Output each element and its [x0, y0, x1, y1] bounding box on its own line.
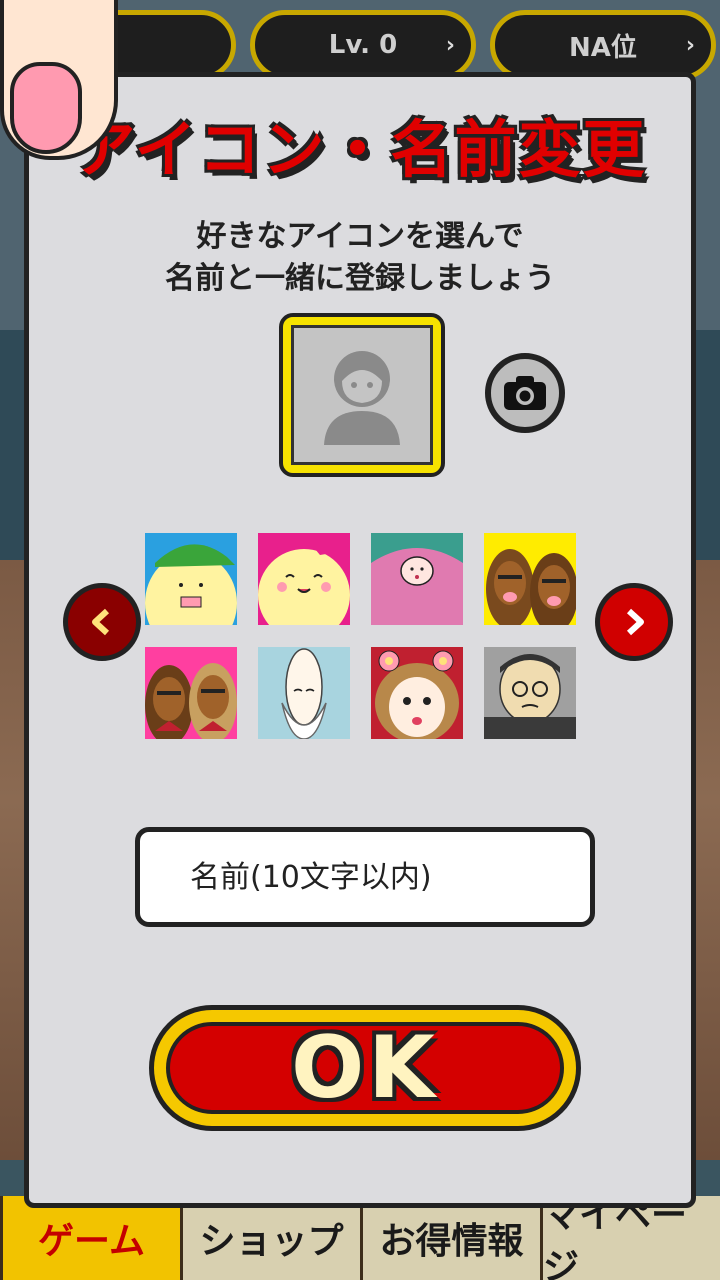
chevron-right-icon: › [685, 33, 695, 58]
name-input[interactable] [135, 827, 595, 927]
girl-bow-icon [258, 533, 350, 625]
camera-icon [504, 376, 546, 410]
tab-game[interactable]: ゲーム [0, 1196, 180, 1280]
avatar-placeholder [291, 325, 433, 465]
tab-deals[interactable]: お得情報 [360, 1196, 540, 1280]
level-pill[interactable]: Lv. 0 › [250, 10, 476, 80]
tab-shop[interactable]: ショップ [180, 1196, 360, 1280]
ok-button-label: OK [166, 1018, 564, 1118]
icon-option-old-man-beard[interactable] [258, 647, 350, 739]
chevron-right-icon: › [445, 33, 455, 58]
dialog-title: アイコン・名前変更 [73, 113, 647, 186]
flower-girl-icon [371, 647, 463, 739]
next-icons-button[interactable] [595, 583, 673, 661]
icon-option-boy-green-cap[interactable] [145, 533, 237, 625]
tab-deals-label: お得情報 [379, 1221, 524, 1262]
pink-monster-icon [371, 533, 463, 625]
dialog-subtitle-line1: 好きなアイコンを選んで [196, 219, 524, 254]
finger-nail [10, 62, 82, 154]
icon-selection-grid [145, 533, 577, 739]
icon-option-flower-girl[interactable] [371, 647, 463, 739]
tan-girls-pink-icon [145, 647, 237, 739]
boy-green-cap-icon [145, 533, 237, 625]
icon-option-pink-monster[interactable] [371, 533, 463, 625]
icon-option-tan-girls-yellow[interactable] [484, 533, 576, 625]
level-label: Lv. 0 [328, 30, 398, 60]
default-person-icon [324, 351, 400, 445]
bottom-tab-bar: ゲーム ショップ お得情報 マイページ [0, 1195, 720, 1280]
icon-option-man-glasses[interactable] [484, 647, 576, 739]
icon-option-girl-bow[interactable] [258, 533, 350, 625]
ok-button[interactable]: OK [149, 1005, 581, 1131]
rank-label: NA位 [569, 32, 637, 63]
rank-pill[interactable]: NA位 › [490, 10, 716, 80]
chevron-right-icon [626, 608, 644, 636]
previous-icons-button[interactable] [63, 583, 141, 661]
tab-game-label: ゲーム [38, 1221, 145, 1262]
chevron-left-icon [92, 608, 110, 636]
selected-avatar-frame[interactable] [279, 313, 445, 477]
dialog-subtitle-line2: 名前と一緒に登録しましょう [165, 261, 555, 296]
icon-name-change-dialog: アイコン・名前変更 好きなアイコンを選んで 名前と一緒に登録しましょう 名前(1… [24, 72, 696, 1208]
icon-option-tan-girls-pink[interactable] [145, 647, 237, 739]
tan-girls-yellow-icon [484, 533, 576, 625]
camera-button[interactable] [485, 353, 565, 433]
tab-shop-label: ショップ [199, 1221, 344, 1262]
tutorial-finger-pointer [0, 0, 118, 160]
old-man-beard-icon [258, 647, 350, 739]
man-glasses-icon [484, 647, 576, 739]
tab-mypage[interactable]: マイページ [540, 1195, 720, 1280]
